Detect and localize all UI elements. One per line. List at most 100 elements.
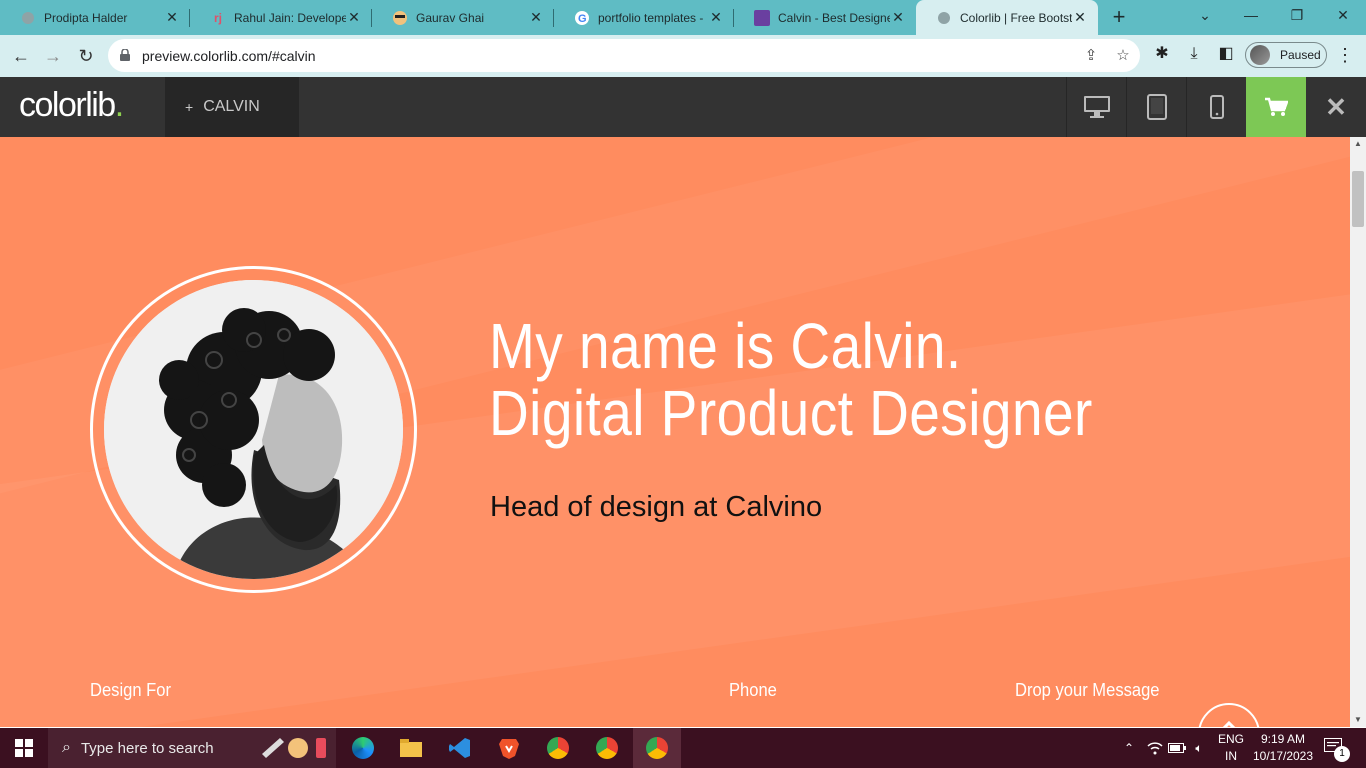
taskbar-search-box[interactable]: ⌕ Type here to search: [48, 728, 336, 768]
avatar-icon: [392, 10, 408, 26]
chrome-profile-icon[interactable]: [583, 728, 631, 768]
tab-title: Prodipta Halder: [44, 10, 128, 25]
hero-title-line2: Digital Product Designer: [489, 377, 1093, 449]
address-bar[interactable]: preview.colorlib.com/#calvin ⇪ ☆: [108, 39, 1140, 72]
tab-title: Colorlib | Free Bootst: [960, 10, 1072, 25]
share-icon[interactable]: ⇪: [1080, 45, 1102, 67]
close-tab-icon[interactable]: ✕: [890, 9, 906, 26]
file-explorer-icon[interactable]: [387, 728, 435, 768]
close-tab-icon[interactable]: ✕: [1072, 9, 1088, 26]
google-icon: G: [574, 10, 590, 26]
close-preview-icon[interactable]: ✕: [1306, 77, 1366, 137]
globe-icon: [936, 10, 952, 26]
tab-title: Calvin - Best Designe: [778, 10, 890, 25]
profile-photo: [104, 280, 403, 579]
hero-section: My name is Calvin. Digital Product Desig…: [0, 137, 1350, 727]
forward-icon[interactable]: →: [40, 43, 66, 69]
brave-icon[interactable]: [485, 728, 533, 768]
chrome-active-icon[interactable]: [633, 728, 681, 768]
browser-menu-icon[interactable]: ⋮: [1335, 42, 1355, 68]
svg-text:G: G: [578, 13, 587, 25]
tablet-view-button[interactable]: [1126, 77, 1186, 137]
tab-title: portfolio templates -: [598, 10, 704, 25]
language-line1: ENG: [1217, 732, 1244, 746]
download-icon[interactable]: ⤓: [1183, 43, 1205, 65]
hero-title-line1: My name is Calvin.: [489, 310, 962, 382]
language-line2: IN: [1225, 749, 1237, 763]
edge-app-icon[interactable]: [339, 728, 387, 768]
new-tab-button[interactable]: +: [1106, 4, 1132, 30]
lock-icon: [120, 48, 130, 61]
tab-portfolio-templates[interactable]: G portfolio templates - ✕: [554, 0, 734, 35]
back-icon[interactable]: ←: [8, 43, 34, 69]
scroll-up-arrow-icon[interactable]: ▲: [1350, 137, 1366, 151]
scrollbar-thumb[interactable]: [1352, 171, 1364, 227]
restore-button[interactable]: ❐: [1274, 0, 1320, 30]
bookmark-star-icon[interactable]: ☆: [1112, 45, 1134, 67]
theme-name: CALVIN: [203, 98, 260, 115]
close-window-button[interactable]: ✕: [1320, 0, 1366, 30]
start-button[interactable]: [0, 728, 48, 768]
windows-logo-icon: [15, 739, 33, 757]
windows-taskbar: ⌕ Type here to search ⌃ 🔈︎ ENG IN 9:19 A…: [0, 728, 1366, 768]
mobile-icon: [1209, 95, 1224, 119]
tab-strip: Prodipta Halder ✕ rj Rahul Jain: Develop…: [0, 0, 1366, 35]
hero-title: My name is Calvin. Digital Product Desig…: [489, 313, 1194, 447]
search-placeholder: Type here to search: [80, 739, 214, 757]
search-icon: ⌕: [62, 739, 71, 756]
clock-date: 10/17/2023: [1252, 749, 1314, 763]
chevron-up-icon: [1222, 720, 1236, 727]
mobile-view-button[interactable]: [1186, 77, 1246, 137]
profile-status: Paused: [1280, 48, 1321, 62]
globe-icon: [20, 10, 36, 26]
scroll-down-arrow-icon[interactable]: ▼: [1350, 713, 1366, 727]
hero-subtitle: Head of design at Calvino: [490, 491, 823, 523]
page-scrollbar[interactable]: ▲ ▼: [1350, 137, 1366, 727]
chevron-up-tray-icon[interactable]: ⌃: [1118, 728, 1140, 768]
tab-rahul-jain[interactable]: rj Rahul Jain: Developer ✕: [190, 0, 372, 35]
notification-badge: 1: [1334, 746, 1350, 762]
cart-icon: [1265, 97, 1288, 116]
battery-icon[interactable]: [1166, 728, 1188, 768]
chrome-icon[interactable]: [534, 728, 582, 768]
profile-button[interactable]: Paused: [1245, 42, 1327, 68]
avatar: [1250, 45, 1270, 65]
clock-time: 9:19 AM: [1260, 732, 1306, 746]
notification-center-icon[interactable]: 1: [1324, 738, 1350, 762]
desktop-icon: [1083, 96, 1110, 118]
colorlib-icon: [754, 9, 770, 26]
phone-label: Phone: [729, 680, 777, 700]
close-tab-icon[interactable]: ✕: [708, 9, 724, 26]
taskbar-clock[interactable]: 9:19 AM 10/17/2023: [1246, 731, 1320, 765]
language-indicator[interactable]: ENG IN: [1214, 731, 1248, 765]
volume-icon[interactable]: 🔈︎: [1188, 728, 1210, 768]
buy-cart-button[interactable]: [1246, 77, 1306, 137]
wifi-icon[interactable]: [1144, 728, 1166, 768]
desktop-view-button[interactable]: [1066, 77, 1126, 137]
url-text[interactable]: preview.colorlib.com/#calvin: [142, 48, 316, 64]
extensions-icon[interactable]: ✱: [1151, 43, 1173, 65]
tab-search-icon[interactable]: ⌄: [1182, 0, 1228, 30]
minimize-button[interactable]: —: [1228, 0, 1274, 30]
colorlib-logo[interactable]: colorlib.: [19, 86, 124, 125]
reload-icon[interactable]: ↻: [73, 43, 99, 69]
search-highlight-icon: [260, 734, 330, 766]
colorlib-preview-bar: colorlib. + CALVIN ✕: [0, 77, 1366, 137]
tab-title: Rahul Jain: Developer: [234, 10, 346, 25]
scroll-to-top-button[interactable]: [1198, 703, 1260, 727]
rj-icon: rj: [213, 10, 222, 25]
tab-colorlib-active[interactable]: Colorlib | Free Bootst ✕: [916, 0, 1098, 35]
logo-text: colorlib: [19, 86, 116, 124]
theme-selector[interactable]: + CALVIN: [165, 77, 299, 137]
vscode-icon[interactable]: [436, 728, 484, 768]
tablet-icon: [1146, 94, 1167, 120]
tab-prodipta-halder[interactable]: Prodipta Halder ✕: [0, 0, 190, 35]
tab-gaurav-ghai[interactable]: Gaurav Ghai ✕: [372, 0, 554, 35]
close-tab-icon[interactable]: ✕: [164, 9, 180, 26]
close-tab-icon[interactable]: ✕: [528, 9, 544, 26]
tab-calvin[interactable]: Calvin - Best Designe ✕: [734, 0, 916, 35]
design-for-label: Design For: [90, 680, 171, 700]
close-tab-icon[interactable]: ✕: [346, 9, 362, 26]
side-panel-icon[interactable]: ◧: [1215, 43, 1237, 65]
tab-title: Gaurav Ghai: [416, 10, 485, 25]
